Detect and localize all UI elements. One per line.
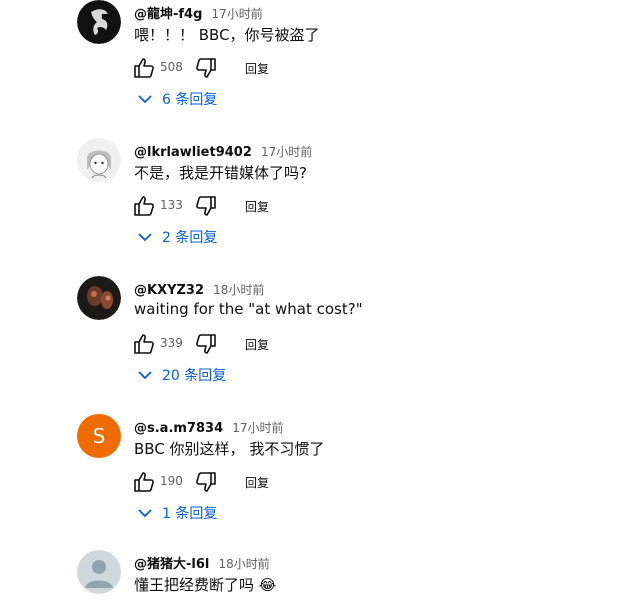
comment-text: 懂王把经费断了吗 😂	[134, 576, 277, 594]
thumbs-up-icon[interactable]	[132, 470, 156, 494]
comment-actions: 339 回复	[132, 332, 332, 356]
comment-header: @s.a.m7834 17小时前	[134, 417, 284, 436]
comment-text: BBC 你别这样， 我不习惯了	[134, 440, 325, 458]
chevron-down-icon	[138, 95, 152, 104]
comment-header: @猪猪大-l6l 18小时前	[134, 553, 270, 572]
thumbs-down-icon[interactable]	[194, 56, 218, 80]
chevron-down-icon	[138, 371, 152, 380]
thumbs-up-icon[interactable]	[132, 194, 156, 218]
dragon-avatar-icon	[77, 0, 121, 44]
like-count: 339	[160, 336, 183, 350]
avatar[interactable]	[77, 276, 121, 320]
reply-button[interactable]: 回复	[245, 336, 269, 353]
comment-time[interactable]: 18小时前	[218, 557, 269, 571]
comment-text: 喂！！！ BBC，你号被盗了	[134, 26, 320, 44]
comment-header: @KXYZ32 18小时前	[134, 279, 264, 298]
view-replies-button[interactable]: 20 条回复	[138, 365, 226, 387]
comment-actions: 508 回复	[132, 56, 332, 80]
comment-time[interactable]: 18小时前	[213, 283, 264, 297]
avatar[interactable]	[77, 138, 121, 182]
view-replies-button[interactable]: 1 条回复	[138, 503, 217, 525]
thumbs-down-icon[interactable]	[194, 332, 218, 356]
comment-author[interactable]: @猪猪大-l6l	[134, 557, 209, 572]
default-user-avatar-icon	[77, 550, 121, 594]
like-count: 133	[160, 198, 183, 212]
dark-photo-avatar-icon	[77, 276, 121, 320]
avatar[interactable]: S	[77, 414, 121, 458]
comment-item: @lkrlawliet9402 17小时前 不是，我是开错媒体了吗? 133 回…	[0, 138, 636, 275]
comment-item: @龍坤-f4g 17小时前 喂！！！ BBC，你号被盗了 508 回复 6 条回…	[0, 0, 636, 137]
comment-author[interactable]: @KXYZ32	[134, 283, 204, 298]
comment-author[interactable]: @lkrlawliet9402	[134, 145, 252, 160]
view-replies-button[interactable]: 2 条回复	[138, 227, 217, 249]
like-count: 190	[160, 474, 183, 488]
view-replies-button[interactable]: 6 条回复	[138, 89, 217, 111]
replies-label: 1 条回复	[162, 506, 218, 522]
reply-button[interactable]: 回复	[245, 198, 269, 215]
comment-author[interactable]: @龍坤-f4g	[134, 7, 202, 22]
comment-author[interactable]: @s.a.m7834	[134, 421, 223, 436]
comment-text: waiting for the "at what cost?"	[134, 300, 363, 318]
replies-label: 20 条回复	[162, 368, 227, 384]
comment-text: 不是，我是开错媒体了吗?	[134, 164, 307, 182]
comment-actions: 190 回复	[132, 470, 332, 494]
replies-label: 6 条回复	[162, 92, 218, 108]
chevron-down-icon	[138, 509, 152, 518]
like-count: 508	[160, 60, 183, 74]
replies-label: 2 条回复	[162, 230, 218, 246]
thumbs-up-icon[interactable]	[132, 332, 156, 356]
comment-item: S @s.a.m7834 17小时前 BBC 你别这样， 我不习惯了 190 回…	[0, 414, 636, 551]
comment-item: @KXYZ32 18小时前 waiting for the "at what c…	[0, 276, 636, 413]
comment-time[interactable]: 17小时前	[212, 7, 263, 21]
reply-button[interactable]: 回复	[245, 60, 269, 77]
avatar[interactable]	[77, 0, 121, 44]
comment-item: @猪猪大-l6l 18小时前 懂王把经费断了吗 😂	[0, 550, 636, 602]
comment-header: @龍坤-f4g 17小时前	[134, 3, 263, 22]
avatar[interactable]	[77, 550, 121, 594]
reply-button[interactable]: 回复	[245, 474, 269, 491]
comment-actions: 133 回复	[132, 194, 332, 218]
comment-header: @lkrlawliet9402 17小时前	[134, 141, 312, 160]
thumbs-down-icon[interactable]	[194, 194, 218, 218]
chevron-down-icon	[138, 233, 152, 242]
anime-character-avatar-icon	[77, 138, 121, 182]
thumbs-down-icon[interactable]	[194, 470, 218, 494]
comment-time[interactable]: 17小时前	[261, 145, 312, 159]
comment-time[interactable]: 17小时前	[232, 421, 283, 435]
thumbs-up-icon[interactable]	[132, 56, 156, 80]
